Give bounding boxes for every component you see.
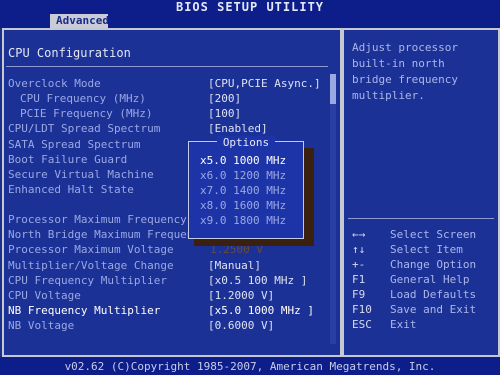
legend-key-load-defaults: F9 [352, 288, 366, 301]
setting-label-pcie-frequency[interactable]: PCIE Frequency (MHz) [20, 107, 152, 121]
setting-value-nb-voltage[interactable]: [0.6000 V] [208, 319, 274, 333]
option-x5-1000mhz[interactable]: x5.0 1000 MHz [200, 153, 286, 168]
setting-label-overclock-mode[interactable]: Overclock Mode [8, 77, 101, 91]
section-divider [6, 66, 328, 67]
help-text: Adjust processor built-in north bridge f… [352, 41, 458, 102]
scrollbar[interactable] [330, 74, 336, 344]
legend-key-select-screen: ←→ [352, 228, 366, 241]
setting-label-multiplier-voltage-change[interactable]: Multiplier/Voltage Change [8, 259, 174, 273]
legend-key-exit: ESC [352, 318, 372, 331]
setting-label-nb-max-frequency: North Bridge Maximum Frequen [8, 228, 194, 241]
setting-value-pcie-frequency[interactable]: [100] [208, 107, 241, 121]
setting-label-processor-max-frequency: Processor Maximum Frequency [8, 213, 187, 226]
legend-desc-select-item: Select Item [390, 243, 463, 256]
setting-value-cpu-frequency[interactable]: [200] [208, 92, 241, 106]
option-x6-1200mhz[interactable]: x6.0 1200 MHz [200, 168, 286, 183]
setting-label-sata-spread-spectrum[interactable]: SATA Spread Spectrum [8, 138, 140, 152]
option-x9-1800mhz[interactable]: x9.0 1800 MHz [200, 213, 286, 228]
setting-label-secure-virtual-machine[interactable]: Secure Virtual Machine [8, 168, 154, 182]
legend-desc-load-defaults: Load Defaults [390, 288, 477, 301]
setting-label-cpu-frequency[interactable]: CPU Frequency (MHz) [20, 92, 146, 106]
setting-value-cpu-frequency-multiplier[interactable]: [x0.5 100 MHz ] [208, 274, 307, 288]
setting-label-cpu-frequency-multiplier[interactable]: CPU Frequency Multiplier [8, 274, 167, 288]
legend-key-change-option: +- [352, 258, 366, 271]
legend-key-select-item: ↑↓ [352, 243, 366, 256]
legend-desc-select-screen: Select Screen [390, 228, 477, 241]
options-popup-title: Options [188, 136, 304, 150]
tab-advanced[interactable]: Advanced [50, 14, 109, 28]
legend-desc-exit: Exit [390, 318, 417, 331]
setting-value-nb-frequency-multiplier[interactable]: [x5.0 1000 MHz ] [208, 304, 314, 318]
setting-label-nb-frequency-multiplier[interactable]: NB Frequency Multiplier [8, 304, 160, 318]
legend-desc-general-help: General Help [390, 273, 470, 286]
option-x8-1600mhz[interactable]: x8.0 1600 MHz [200, 198, 286, 213]
bios-title: BIOS SETUP UTILITY [175, 0, 325, 14]
setting-label-cpu-ldt-spread-spectrum[interactable]: CPU/LDT Spread Spectrum [8, 122, 160, 136]
copyright-footer: v02.62 (C)Copyright 1985-2007, American … [64, 360, 436, 373]
options-popup-title-text: Options [216, 136, 276, 149]
legend-key-general-help: F1 [352, 273, 366, 286]
setting-value-cpu-voltage[interactable]: [1.2000 V] [208, 289, 274, 303]
setting-label-cpu-voltage[interactable]: CPU Voltage [8, 289, 81, 303]
option-x7-1400mhz[interactable]: x7.0 1400 MHz [200, 183, 286, 198]
setting-value-multiplier-voltage-change[interactable]: [Manual] [208, 259, 261, 273]
help-divider [348, 218, 494, 219]
setting-label-enhanced-halt-state[interactable]: Enhanced Halt State [8, 183, 134, 197]
legend-desc-change-option: Change Option [390, 258, 477, 271]
scrollbar-thumb[interactable] [330, 74, 336, 104]
setting-label-nb-voltage[interactable]: NB Voltage [8, 319, 74, 333]
section-title: CPU Configuration [8, 46, 131, 60]
setting-label-processor-max-voltage: Processor Maximum Voltage [8, 243, 174, 256]
setting-value-overclock-mode[interactable]: [CPU,PCIE Async.] [208, 77, 321, 91]
setting-value-cpu-ldt-spread-spectrum[interactable]: [Enabled] [208, 122, 268, 136]
setting-label-boot-failure-guard[interactable]: Boot Failure Guard [8, 153, 127, 167]
legend-key-save-exit: F10 [352, 303, 372, 316]
legend-desc-save-exit: Save and Exit [390, 303, 477, 316]
